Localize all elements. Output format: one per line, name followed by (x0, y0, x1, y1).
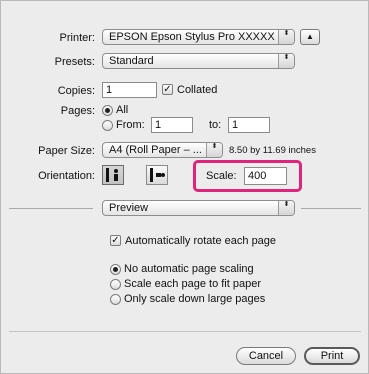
portrait-person-icon (106, 168, 118, 182)
scale-down-radio[interactable] (110, 294, 121, 305)
auto-rotate-label: Automatically rotate each page (125, 235, 277, 247)
portrait-orientation-button[interactable] (102, 165, 124, 185)
auto-rotate-checkbox[interactable]: ✓ (110, 235, 121, 246)
pages-all-label: All (116, 104, 129, 116)
paper-size-popup[interactable]: A4 (Roll Paper – ... ⬍ (102, 142, 223, 158)
no-scaling-radio[interactable] (110, 264, 121, 275)
landscape-person-icon (150, 168, 165, 182)
popup-arrows-icon: ⬍ (278, 54, 294, 68)
pages-all-radio[interactable] (102, 105, 113, 116)
pages-from-radio[interactable] (102, 120, 113, 131)
no-scaling-label: No automatic page scaling (124, 263, 254, 275)
paper-dimensions: 8.50 by 11.69 inches (229, 145, 316, 156)
fit-paper-radio[interactable] (110, 279, 121, 290)
panel-value: Preview (109, 202, 149, 214)
pages-to-field[interactable]: 1 (228, 117, 270, 133)
bottom-divider (9, 331, 361, 332)
panel-popup[interactable]: Preview ⬍ (102, 200, 295, 216)
fit-paper-label: Scale each page to fit paper (124, 278, 261, 290)
landscape-orientation-button[interactable] (146, 165, 168, 185)
print-button[interactable]: Print (304, 347, 360, 365)
presets-popup[interactable]: Standard ⬍ (102, 53, 295, 69)
printer-label: Printer: (59, 32, 95, 44)
print-dialog: Printer: EPSON Epson Stylus Pro XXXXX ⬍ … (0, 0, 369, 374)
pages-from-field[interactable]: 1 (151, 117, 193, 133)
orientation-label: Orientation: (38, 170, 95, 182)
printer-popup[interactable]: EPSON Epson Stylus Pro XXXXX ⬍ (102, 29, 295, 45)
scale-down-label: Only scale down large pages (124, 293, 266, 305)
paper-size-value: A4 (Roll Paper – ... (109, 144, 202, 156)
pages-to-label: to: (209, 119, 222, 131)
popup-arrows-icon: ⬍ (206, 143, 222, 157)
scale-highlight-box (193, 160, 302, 192)
collated-checkbox[interactable]: ✓ (162, 84, 173, 95)
presets-value: Standard (109, 55, 154, 67)
pages-label: Pages: (60, 105, 95, 117)
popup-arrows-icon: ⬍ (278, 201, 294, 215)
divider-right (301, 208, 361, 209)
cancel-button[interactable]: Cancel (236, 347, 296, 365)
copies-field[interactable]: 1 (102, 82, 157, 98)
collapse-details-button[interactable]: ▲ (300, 29, 320, 45)
presets-label: Presets: (54, 56, 95, 68)
pages-from-label: From: (116, 119, 145, 131)
collated-label: Collated (177, 84, 218, 96)
printer-value: EPSON Epson Stylus Pro XXXXX (109, 31, 275, 43)
popup-arrows-icon: ⬍ (278, 30, 294, 44)
paper-size-label: Paper Size: (38, 145, 95, 157)
divider-left (9, 208, 93, 209)
copies-label: Copies: (57, 85, 95, 97)
